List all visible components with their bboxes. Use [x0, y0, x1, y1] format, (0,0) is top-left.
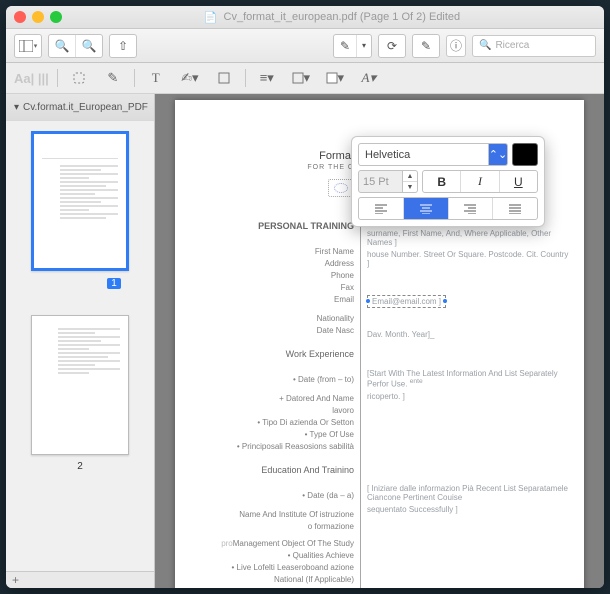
work-section-label: Work Experience: [189, 349, 354, 359]
highlight-button[interactable]: ✎: [334, 35, 357, 57]
work-date-label: • Date (from – to): [293, 375, 354, 384]
address-value[interactable]: house Number. Street Or Square. Postcode…: [367, 250, 570, 268]
cv-heading: Format: [189, 150, 354, 162]
edu-level: • Live Lofelti Leaseroboand azione: [232, 563, 354, 572]
font-family-caret-icon[interactable]: ⌃⌄: [489, 143, 508, 166]
close-window-icon[interactable]: [14, 11, 26, 23]
personal-section-label: PERSONAL TRAINING: [189, 221, 354, 231]
edu-nat: National (If Applicable): [274, 575, 354, 584]
date-nasc-label: Date Nasc: [317, 326, 354, 335]
page-number-1: 1: [107, 278, 121, 289]
selection-tool-button[interactable]: [66, 68, 92, 88]
font-family-select[interactable]: Helvetica: [358, 143, 489, 166]
font-size-field[interactable]: 15 Pt: [358, 170, 403, 193]
edu-section-label: Education And Trainino: [189, 465, 354, 475]
border-color-button[interactable]: ▾: [288, 68, 314, 88]
window-titlebar: 📄 Cv_format_it_european.pdf (Page 1 Of 2…: [6, 6, 604, 29]
edu-qual: • Qualities Achieve: [288, 551, 354, 560]
font-popover: Helvetica ⌃⌄ 15 Pt ▲▼ B I U: [351, 136, 545, 227]
zoom-in-button[interactable]: 🔍: [76, 35, 102, 57]
italic-button[interactable]: I: [461, 171, 499, 192]
fax-label: Fax: [341, 283, 354, 292]
sidebar-view-button[interactable]: ▾: [15, 35, 41, 57]
firstname-label: First Name: [315, 247, 354, 256]
document-canvas[interactable]: Format FOR THE C PERSONAL TRAINING First…: [155, 94, 604, 588]
email-label: Email: [334, 295, 354, 304]
page-number-2: 2: [6, 461, 154, 472]
fill-color-button[interactable]: ▾: [322, 68, 348, 88]
font-size-stepper[interactable]: ▲▼: [403, 170, 418, 193]
text-style-label: Aa| |||: [14, 71, 49, 86]
markup-button[interactable]: ✎: [413, 35, 439, 57]
work-resp-label: • Principosali Reasosions sabilità: [237, 442, 354, 451]
search-field[interactable]: 🔍 Ricerca: [472, 35, 596, 57]
nationality-label: Nationality: [317, 314, 354, 323]
edu-subj: proManagement Object Of The Study: [221, 539, 354, 548]
font-color-swatch[interactable]: [512, 143, 538, 166]
document-icon: 📄: [204, 11, 218, 24]
sidebar-add-page[interactable]: +: [6, 571, 154, 588]
bold-button[interactable]: B: [423, 171, 461, 192]
phone-label: Phone: [331, 271, 354, 280]
work-hint[interactable]: [Start With The Latest Information And L…: [367, 369, 558, 389]
firstname-value[interactable]: surname, First Name, And, Where Applicab…: [367, 229, 570, 247]
align-justify-button[interactable]: [493, 198, 537, 219]
page-thumbnail-1[interactable]: [31, 131, 129, 271]
address-label: Address: [325, 259, 354, 268]
work-employer-label: + Datored And Name: [279, 394, 354, 403]
thumbnail-sidebar: ▾ Cv.format.it_European_PDF 1: [6, 94, 155, 588]
highlight-menu-button[interactable]: ▾: [357, 35, 371, 57]
minimize-window-icon[interactable]: [32, 11, 44, 23]
edu-hint[interactable]: [ Iniziare dalle informazion Pià Recent …: [367, 484, 570, 502]
email-value[interactable]: Email@email.com ]: [367, 295, 446, 308]
align-center-button[interactable]: [404, 198, 449, 219]
align-left-button[interactable]: [359, 198, 404, 219]
text-tool-button[interactable]: T: [143, 68, 169, 88]
page-thumbnail-2[interactable]: [31, 315, 129, 455]
edu-date-label: • Date (da – a): [302, 491, 354, 500]
inspector-button[interactable]: ⓘ: [446, 35, 466, 57]
sketch-tool-button[interactable]: ✎: [100, 68, 126, 88]
markup-toolbar: Aa| ||| ✎ T ✍︎▾ ≡▾ ▾ ▾ A▾: [6, 63, 604, 94]
sidebar-header: ▾ Cv.format.it_European_PDF: [6, 94, 154, 121]
main-toolbar: ▾ 🔍 🔍 ⇧ ✎ ▾ ⟳ ✎ ⓘ 🔍 Ricerca: [6, 29, 604, 63]
edu-inst-label: Name And Institute Of istruzione: [239, 510, 354, 519]
work-sector-label: • Tipo Di azienda Or Setton: [257, 418, 354, 427]
sign-tool-button[interactable]: ✍︎▾: [177, 68, 203, 88]
zoom-window-icon[interactable]: [50, 11, 62, 23]
date-nasc-value[interactable]: Dav. Month. Year]_: [367, 330, 570, 339]
share-button[interactable]: ⇧: [110, 35, 136, 57]
zoom-out-button[interactable]: 🔍: [49, 35, 76, 57]
align-right-button[interactable]: [449, 198, 494, 219]
work-type-label: • Type Of Use: [305, 430, 354, 439]
text-style-button[interactable]: A▾: [356, 68, 382, 88]
window-title: Cv_format_it_european.pdf (Page 1 Of 2) …: [224, 11, 461, 23]
shapes-tool-button[interactable]: [211, 68, 237, 88]
line-style-button[interactable]: ≡▾: [254, 68, 280, 88]
rotate-button[interactable]: ⟳: [379, 35, 405, 57]
cv-subheading: FOR THE C: [189, 164, 354, 171]
underline-button[interactable]: U: [500, 171, 537, 192]
